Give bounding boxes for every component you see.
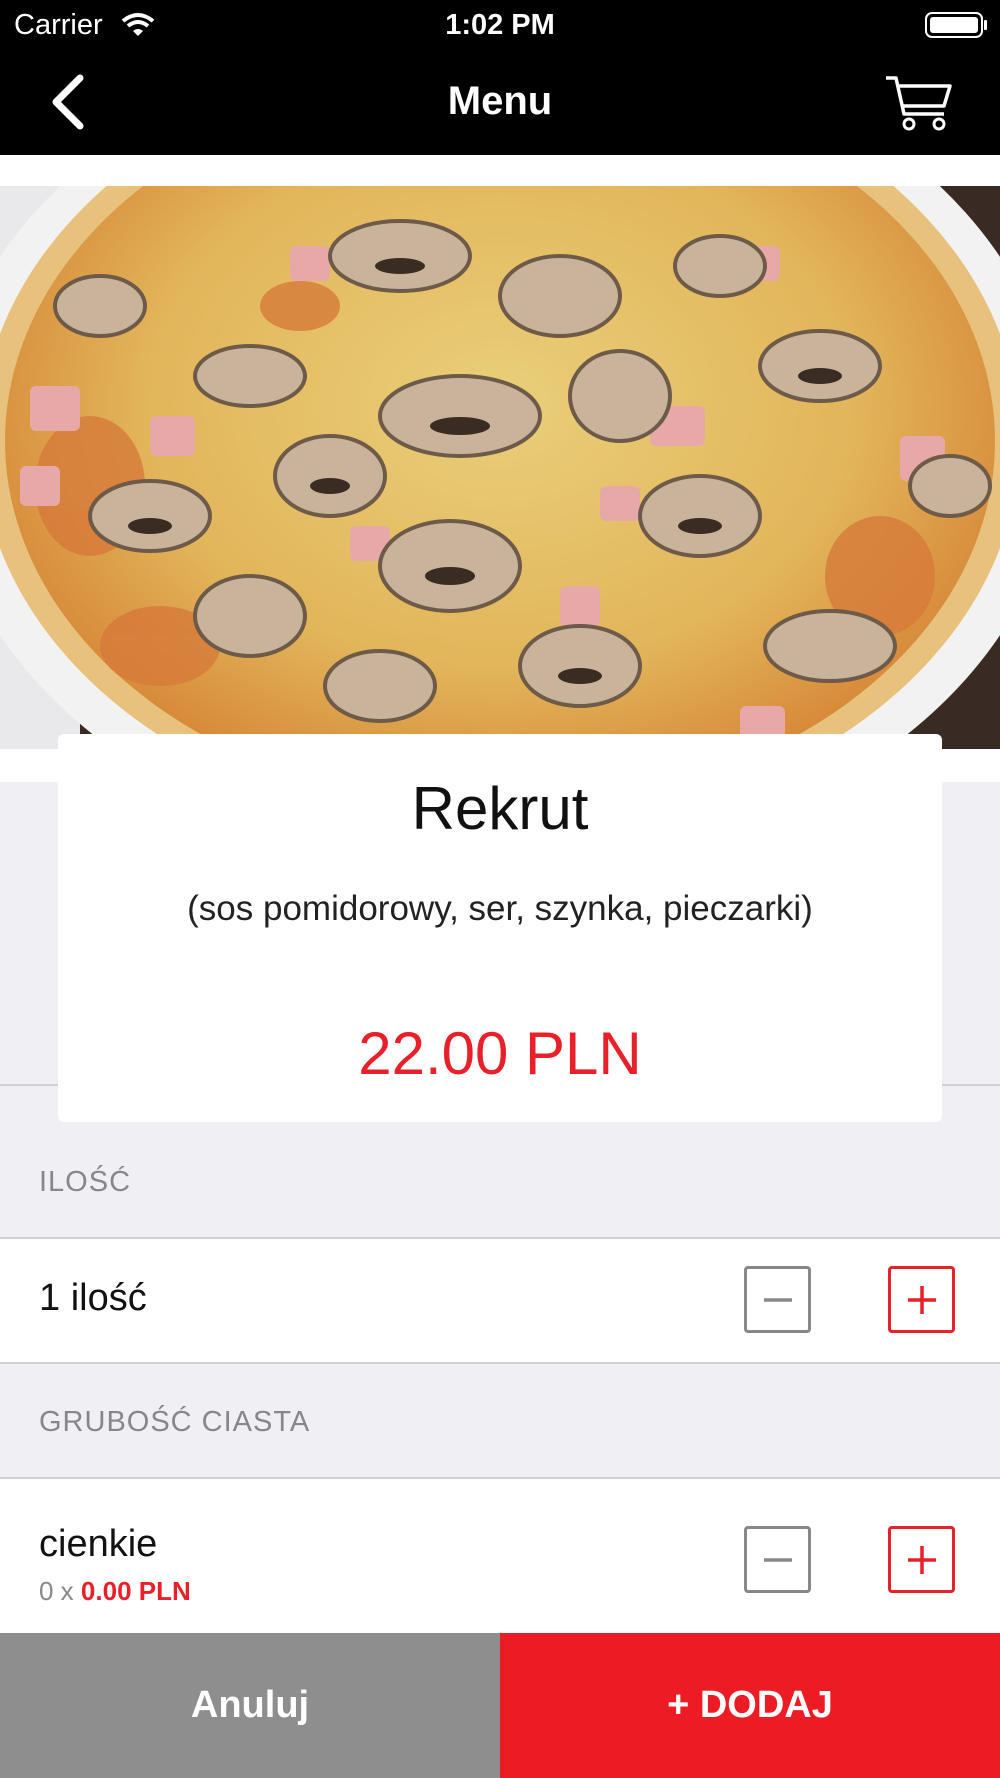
page-title: Menu <box>447 79 553 123</box>
add-to-cart-button[interactable]: + DODAJ <box>500 1633 1000 1778</box>
quantity-decrease-button[interactable] <box>744 1266 811 1333</box>
dough-option-price: 0.00 PLN <box>80 1576 191 1606</box>
minus-icon <box>763 1557 792 1562</box>
divider <box>0 1362 1000 1364</box>
product-name: Rekrut <box>411 775 589 842</box>
navigation-bar: Menu <box>0 50 1000 155</box>
dough-section-header: GRUBOŚĆ CIASTA <box>39 1406 311 1438</box>
product-price: 22.00 PLN <box>358 1020 642 1087</box>
quantity-label: 1 ilość <box>39 1277 147 1319</box>
dough-option-count: 0 x <box>39 1576 81 1606</box>
plus-icon <box>907 1545 936 1574</box>
dough-increase-button[interactable] <box>888 1526 955 1593</box>
battery-icon <box>925 11 989 44</box>
product-description: (sos pomidorowy, ser, szynka, pieczarki) <box>187 889 813 928</box>
dough-decrease-button[interactable] <box>744 1526 811 1593</box>
quantity-increase-button[interactable] <box>888 1266 955 1333</box>
pizza-photo <box>0 186 1000 749</box>
quantity-row: 1 ilość <box>0 1239 1000 1362</box>
dough-option-label: cienkie <box>39 1523 158 1565</box>
plus-icon <box>907 1285 936 1314</box>
dough-option-price-line: 0 x 0.00 PLN <box>39 1576 191 1607</box>
cart-icon <box>886 76 952 131</box>
bottom-action-bar: Anuluj + DODAJ <box>0 1633 1000 1778</box>
dough-option-row: cienkie 0 x 0.00 PLN <box>0 1479 1000 1633</box>
product-card: Rekrut (sos pomidorowy, ser, szynka, pie… <box>58 734 942 1122</box>
status-bar: Carrier 1:02 PM <box>0 0 1000 50</box>
photo-top-spacer <box>0 155 1000 186</box>
cancel-button[interactable]: Anuluj <box>0 1633 500 1778</box>
clock: 1:02 PM <box>445 9 555 41</box>
minus-icon <box>763 1297 792 1302</box>
cart-button[interactable] <box>884 72 954 132</box>
quantity-section-header: ILOŚĆ <box>39 1166 132 1198</box>
